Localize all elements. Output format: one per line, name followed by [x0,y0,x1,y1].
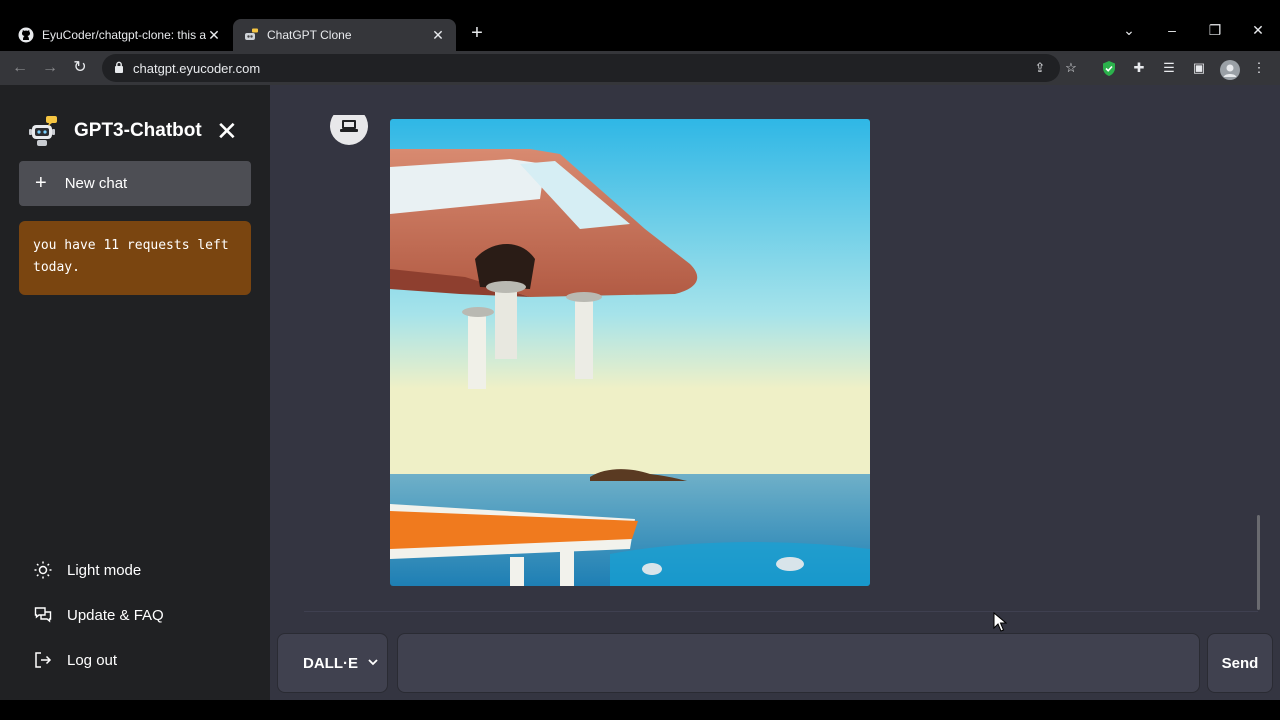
generated-image[interactable] [390,119,870,586]
bot-avatar [330,115,368,145]
tab-title: EyuCoder/chatgpt-clone: this app [42,28,206,42]
chevron-down-icon [368,659,378,666]
tab-title: ChatGPT Clone [267,28,352,42]
browser-toolbar: ← → ↻ chatgpt.eyucoder.com ⇪ ☆ ✚ ☰ ▣ ⋮ [0,51,1280,85]
reading-list-icon[interactable]: ☰ [1160,60,1178,78]
request-quota-notice: you have 11 requests left today. [19,221,251,295]
chatbot-logo-icon [29,116,57,146]
browser-menu-icon[interactable]: ⋮ [1250,60,1268,78]
light-mode-button[interactable]: Light mode [33,560,141,580]
brand-title: GPT3-Chatbot [74,120,202,141]
address-bar[interactable]: chatgpt.eyucoder.com ⇪ [102,54,1060,82]
mouse-cursor-icon [993,612,1007,632]
logout-icon [33,650,53,670]
new-chat-button[interactable]: + New chat [19,161,251,206]
laptop-icon [340,120,358,132]
url-text: chatgpt.eyucoder.com [133,61,261,76]
close-window-icon[interactable]: ✕ [1248,22,1268,39]
log-out-label: Log out [67,651,118,669]
tab-chatgpt-clone[interactable]: ChatGPT Clone ✕ [233,19,456,51]
chat-main: DALL·E Send [270,85,1280,700]
app-root: GPT3-Chatbot ✕ + New chat you have 11 re… [0,85,1280,700]
chat-scrollbar[interactable] [1257,515,1260,610]
restore-icon[interactable]: ❐ [1205,22,1225,39]
update-faq-label: Update & FAQ [67,606,164,624]
reload-icon[interactable]: ↻ [70,58,90,78]
new-tab-icon[interactable]: + [466,22,488,45]
message-input[interactable] [397,633,1200,693]
new-chat-label: New chat [64,175,128,192]
browser-tabbar: EyuCoder/chatgpt-clone: this app ✕ ChatG… [0,0,1280,51]
light-mode-label: Light mode [67,561,142,579]
message-textarea[interactable] [398,634,1199,692]
share-icon[interactable]: ⇪ [1032,60,1048,76]
minimize-icon[interactable]: – [1162,22,1182,38]
back-icon[interactable]: ← [10,58,30,78]
send-button[interactable]: Send [1207,633,1273,693]
side-panel-icon[interactable]: ▣ [1190,60,1208,78]
profile-avatar-icon[interactable] [1220,60,1240,80]
brand: GPT3-Chatbot [28,115,202,147]
tab-search-icon[interactable]: ⌄ [1119,22,1139,39]
close-sidebar-icon[interactable]: ✕ [216,118,238,144]
composer: DALL·E Send [277,633,1273,693]
update-faq-button[interactable]: Update & FAQ [33,605,164,625]
bot-message [304,85,1258,612]
shield-extension-icon[interactable] [1100,60,1118,78]
tab-github[interactable]: EyuCoder/chatgpt-clone: this app ✕ [8,19,232,51]
chat-icon [33,605,53,625]
forward-icon[interactable]: → [40,58,60,78]
quota-text: you have 11 requests left today. [33,238,229,275]
bookmark-star-icon[interactable]: ☆ [1062,60,1080,78]
sun-icon [33,560,53,580]
sidebar: GPT3-Chatbot ✕ + New chat you have 11 re… [0,85,270,700]
close-tab-icon[interactable]: ✕ [430,27,446,44]
model-select[interactable]: DALL·E [277,633,388,693]
plus-icon: + [35,172,47,194]
chatbot-favicon-icon [245,28,258,40]
model-select-value: DALL·E [303,654,358,672]
close-tab-icon[interactable]: ✕ [206,27,222,44]
log-out-button[interactable]: Log out [33,650,117,670]
extensions-puzzle-icon[interactable]: ✚ [1130,60,1148,78]
send-label: Send [1221,654,1259,672]
github-icon [18,27,34,43]
lock-icon [115,61,123,73]
